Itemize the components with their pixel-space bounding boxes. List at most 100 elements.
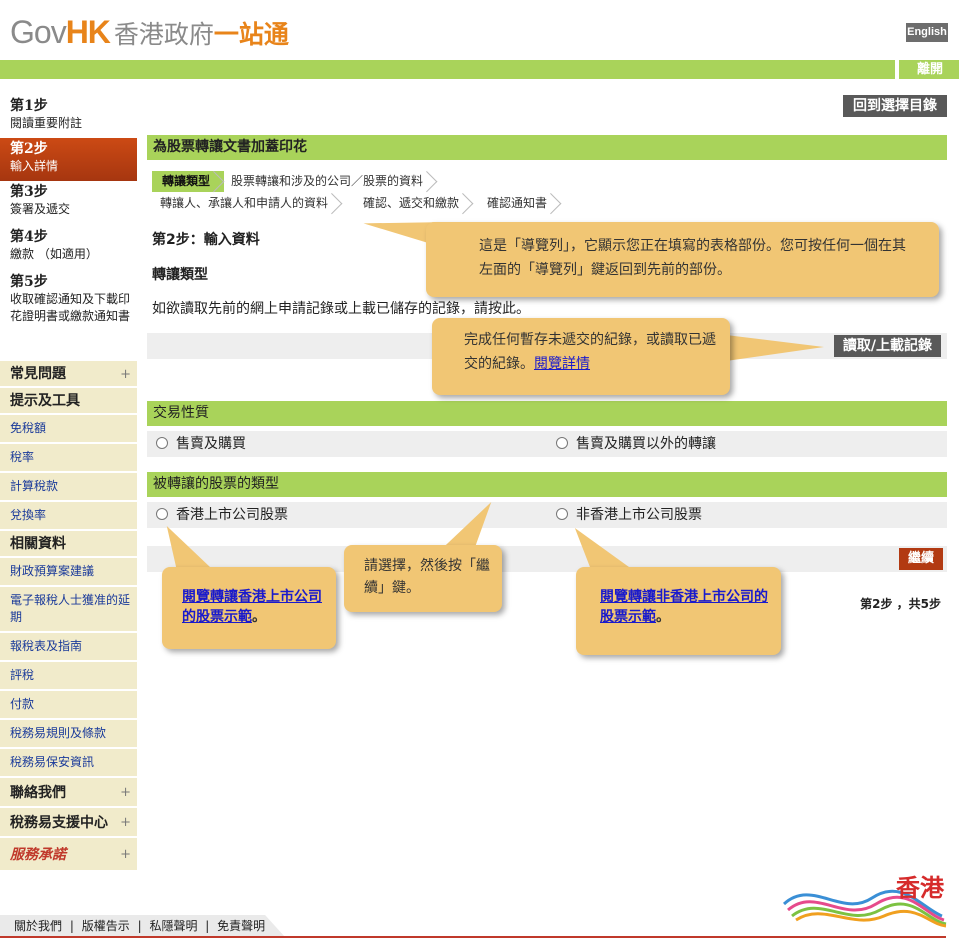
radio-circle-icon[interactable] bbox=[556, 437, 568, 449]
share-type-heading: 被轉讓的股票的類型 bbox=[147, 472, 947, 497]
step-heading: 第2步：輸入資料 bbox=[152, 232, 260, 248]
sidebar-step-5: 第5步 收取確認通知及下載印花證明書或繳款通知書 bbox=[0, 271, 137, 361]
step-title: 第4步 bbox=[10, 229, 48, 245]
budget-link[interactable]: 財政預算案建議 bbox=[10, 564, 94, 578]
breadcrumb-acknowledgement[interactable]: 確認通知書 bbox=[477, 193, 561, 214]
sidebar-link-security[interactable]: 稅務易保安資訊 bbox=[0, 749, 137, 778]
hk-sample-callout: 閱覽轉讓香港上市公司的股票示範。 bbox=[162, 567, 336, 649]
step-title: 第1步 bbox=[10, 98, 48, 114]
logo-zh-accent-text: 一站通 bbox=[213, 20, 289, 49]
footer-links: 關於我們 | 版權告示 | 私隱聲明 | 免責聲明 bbox=[0, 915, 285, 937]
top-bar-divider bbox=[895, 60, 899, 79]
exchange-rate-link[interactable]: 兌換率 bbox=[10, 508, 46, 522]
radio-circle-icon[interactable] bbox=[556, 508, 568, 520]
sidebar-faq[interactable]: 常見問題 + bbox=[0, 361, 137, 388]
tools-label: 提示及工具 bbox=[10, 393, 80, 409]
load-hint-details-link[interactable]: 閱覽詳情 bbox=[534, 356, 590, 372]
nav-bar-callout: 這是「導覽列」，它顯示您正在填寫的表格部份。您可按任何一個在其左面的「導覽列」鍵… bbox=[426, 222, 939, 297]
tax-calc-link[interactable]: 計算稅款 bbox=[10, 479, 58, 493]
step-desc: 簽署及遞交 bbox=[10, 202, 71, 216]
continue-button[interactable]: 繼續 bbox=[898, 548, 943, 570]
sidebar-related-heading: 相關資料 bbox=[0, 531, 137, 558]
sidebar-link-extension[interactable]: 電子報稅人士獲准的延期 bbox=[0, 587, 137, 633]
footer-copyright-link[interactable]: 版權告示 bbox=[82, 919, 130, 933]
footer-divider bbox=[0, 936, 946, 938]
load-hint-text: 完成任何暫存未遞交的紀錄，或讀取已遞交的紀錄。 bbox=[464, 332, 716, 372]
security-link[interactable]: 稅務易保安資訊 bbox=[10, 755, 94, 769]
load-record-button[interactable]: 讀取/上載記錄 bbox=[833, 335, 941, 357]
step-title: 第2步 bbox=[10, 141, 48, 157]
support-label: 稅務易支援中心 bbox=[10, 815, 108, 831]
sidebar-link-tax-rate[interactable]: 稅率 bbox=[0, 444, 137, 473]
sidebar-link-payment[interactable]: 付款 bbox=[0, 691, 137, 720]
callout-tail bbox=[726, 335, 824, 361]
radio-label: 售賣及購買 bbox=[176, 436, 246, 452]
section-heading: 轉讓類型 bbox=[152, 267, 208, 283]
related-label: 相關資料 bbox=[10, 536, 66, 552]
sidebar-link-budget[interactable]: 財政預算案建議 bbox=[0, 558, 137, 587]
non-hk-sample-link[interactable]: 閱覽轉讓非香港上市公司的股票示範 bbox=[600, 589, 768, 625]
breadcrumb-parties[interactable]: 轉讓人、承讓人和申請人的資料 bbox=[150, 193, 342, 214]
sidebar-step-1: 第1步 閱讀重要附註 bbox=[0, 95, 137, 138]
radio-hk-listed[interactable]: 香港上市公司股票 bbox=[156, 502, 288, 528]
sidebar-link-allowance[interactable]: 免稅額 bbox=[0, 415, 137, 444]
sidebar-link-tax-calc[interactable]: 計算稅款 bbox=[0, 473, 137, 502]
radio-circle-icon[interactable] bbox=[156, 508, 168, 520]
expand-plus-icon[interactable]: + bbox=[120, 808, 131, 838]
back-to-menu-button[interactable]: 回到選擇目錄 bbox=[843, 95, 947, 117]
expand-plus-icon[interactable]: + bbox=[120, 361, 131, 388]
sidebar-link-terms[interactable]: 稅務易規則及條款 bbox=[0, 720, 137, 749]
step-desc: 繳款 （如適用） bbox=[10, 247, 98, 261]
logo-hk-text: HK bbox=[65, 14, 111, 50]
terms-link[interactable]: 稅務易規則及條款 bbox=[10, 726, 106, 740]
english-button[interactable]: English bbox=[906, 23, 948, 42]
expand-plus-icon[interactable]: + bbox=[120, 838, 131, 872]
govhk-logo[interactable]: Gov HK 香港政府 一站通 bbox=[10, 14, 289, 50]
radio-other-transfer[interactable]: 售賣及購買以外的轉讓 bbox=[556, 431, 716, 457]
faq-label: 常見問題 bbox=[10, 366, 66, 382]
assessment-link[interactable]: 評稅 bbox=[10, 668, 34, 682]
brand-hong-kong-logo[interactable]: 香港 bbox=[782, 868, 948, 928]
tax-rate-link[interactable]: 稅率 bbox=[10, 450, 34, 464]
exit-link[interactable]: 離開 bbox=[917, 60, 943, 79]
footer-separator: | bbox=[137, 919, 142, 933]
footer-separator: | bbox=[69, 919, 74, 933]
allowance-link[interactable]: 免稅額 bbox=[10, 421, 46, 435]
retrieve-text: 如欲讀取先前的網上申請記錄或上載已儲存的記錄，請按此。 bbox=[152, 301, 530, 317]
sidebar-link-assessment[interactable]: 評稅 bbox=[0, 662, 137, 691]
radio-sale-purchase[interactable]: 售賣及購買 bbox=[156, 431, 246, 457]
step-desc: 輸入詳情 bbox=[10, 159, 59, 173]
step-desc: 收取確認通知及下載印花證明書或繳款通知書 bbox=[10, 292, 131, 323]
radio-label: 香港上市公司股票 bbox=[176, 507, 288, 523]
step-counter: 第2步 ，共5步 bbox=[860, 597, 941, 611]
choose-hint-callout: 請選擇，然後按「繼續」鍵。 bbox=[344, 545, 502, 612]
expand-plus-icon[interactable]: + bbox=[120, 778, 131, 808]
sidebar-step-2-active: 第2步 輸入詳情 bbox=[0, 138, 137, 181]
top-bar: 離開 bbox=[0, 60, 959, 79]
breadcrumb-transfer-type[interactable]: 轉讓類型 bbox=[152, 171, 225, 192]
logo-gov-text: Gov bbox=[10, 14, 67, 50]
payment-link[interactable]: 付款 bbox=[10, 697, 34, 711]
breadcrumb-share-details[interactable]: 股票轉讓和涉及的公司／股票的資料 bbox=[221, 171, 437, 192]
extension-link[interactable]: 電子報稅人士獲准的延期 bbox=[10, 593, 130, 624]
returns-guide-link[interactable]: 報稅表及指南 bbox=[10, 639, 82, 653]
footer-separator: | bbox=[205, 919, 210, 933]
nav-hint-text: 這是「導覽列」，它顯示您正在填寫的表格部份。您可按任何一個在其左面的「導覽列」鍵… bbox=[479, 238, 906, 278]
sidebar-pledge[interactable]: 服務承諾 + bbox=[0, 838, 137, 872]
footer-disclaimer-link[interactable]: 免責聲明 bbox=[217, 919, 265, 933]
footer-privacy-link[interactable]: 私隱聲明 bbox=[149, 919, 197, 933]
radio-non-hk-listed[interactable]: 非香港上市公司股票 bbox=[556, 502, 702, 528]
sidebar: 第1步 閱讀重要附註 第2步 輸入詳情 第3步 簽署及遞交 第4步 繳款 （如適… bbox=[0, 95, 137, 872]
period-text: 。 bbox=[656, 609, 670, 625]
sidebar-contact[interactable]: 聯絡我們 + bbox=[0, 778, 137, 808]
radio-circle-icon[interactable] bbox=[156, 437, 168, 449]
sidebar-link-returns-guide[interactable]: 報稅表及指南 bbox=[0, 633, 137, 662]
sidebar-support[interactable]: 稅務易支援中心 + bbox=[0, 808, 137, 838]
radio-label: 售賣及購買以外的轉讓 bbox=[576, 436, 716, 452]
sidebar-tools-heading: 提示及工具 bbox=[0, 388, 137, 415]
footer-about-link[interactable]: 關於我們 bbox=[14, 919, 62, 933]
choose-hint-text: 請選擇，然後按「繼續」鍵。 bbox=[364, 558, 490, 596]
radio-label: 非香港上市公司股票 bbox=[576, 507, 702, 523]
non-hk-sample-callout: 閱覽轉讓非香港上市公司的股票示範。 bbox=[576, 567, 781, 655]
sidebar-link-exchange-rate[interactable]: 兌換率 bbox=[0, 502, 137, 531]
